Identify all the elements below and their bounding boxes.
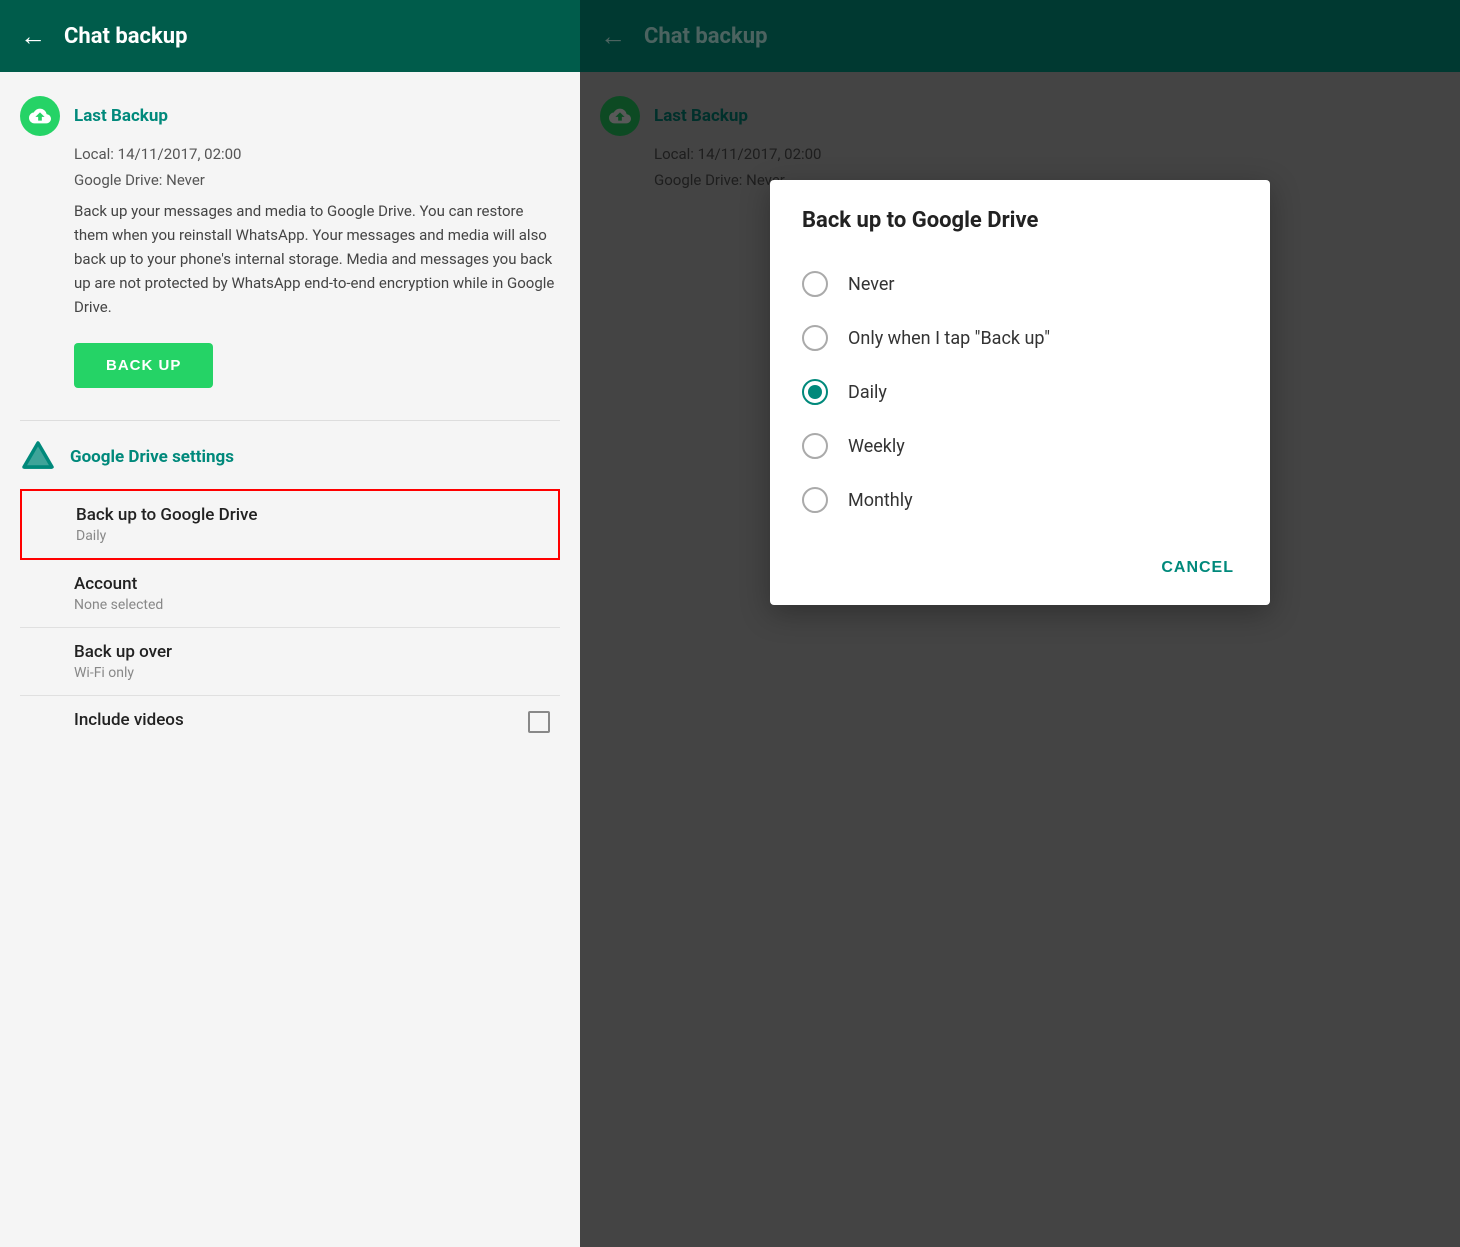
- option-monthly-label: Monthly: [848, 490, 913, 511]
- include-videos-checkbox[interactable]: [528, 711, 550, 733]
- radio-weekly[interactable]: [802, 433, 828, 459]
- backup-to-drive-label: Back up to Google Drive: [76, 505, 548, 525]
- left-content: Last Backup Local: 14/11/2017, 02:00 Goo…: [0, 72, 580, 1247]
- option-monthly[interactable]: Monthly: [802, 473, 1238, 527]
- option-weekly[interactable]: Weekly: [802, 419, 1238, 473]
- drive-settings-header: Google Drive settings: [20, 439, 560, 475]
- left-panel: ← Chat backup Last Backup Local: 14/11/2…: [0, 0, 580, 1247]
- last-backup-header: Last Backup: [20, 96, 560, 136]
- include-videos-setting[interactable]: Include videos: [20, 696, 560, 747]
- option-never[interactable]: Never: [802, 257, 1238, 311]
- dialog-title: Back up to Google Drive: [802, 208, 1238, 233]
- backup-over-label: Back up over: [74, 642, 560, 662]
- backup-frequency-dialog: Back up to Google Drive Never Only when …: [770, 180, 1270, 605]
- backup-to-drive-setting[interactable]: Back up to Google Drive Daily: [20, 489, 560, 560]
- option-weekly-label: Weekly: [848, 436, 905, 457]
- option-daily-label: Daily: [848, 382, 887, 403]
- right-panel: ← Chat backup Last Backup Local: 14/11/2…: [580, 0, 1460, 1247]
- dialog-actions: CANCEL: [802, 543, 1238, 585]
- left-top-bar: ← Chat backup: [0, 0, 580, 72]
- last-backup-title: Last Backup: [74, 106, 168, 126]
- option-on-tap-label: Only when I tap "Back up": [848, 328, 1050, 349]
- left-back-arrow[interactable]: ←: [20, 21, 46, 52]
- google-drive-icon: [20, 439, 56, 475]
- backup-description: Back up your messages and media to Googl…: [74, 199, 560, 319]
- account-label: Account: [74, 574, 560, 594]
- backup-over-value: Wi-Fi only: [74, 665, 560, 681]
- cancel-button[interactable]: CANCEL: [1157, 551, 1238, 585]
- left-page-title: Chat backup: [64, 24, 187, 49]
- include-videos-label: Include videos: [74, 710, 184, 730]
- upload-cloud-icon: [20, 96, 60, 136]
- account-setting[interactable]: Account None selected: [20, 560, 560, 628]
- option-never-label: Never: [848, 274, 895, 295]
- drive-settings-title: Google Drive settings: [70, 447, 234, 467]
- backup-over-setting[interactable]: Back up over Wi-Fi only: [20, 628, 560, 696]
- option-daily[interactable]: Daily: [802, 365, 1238, 419]
- backup-button[interactable]: BACK UP: [74, 343, 213, 388]
- account-value: None selected: [74, 597, 560, 613]
- backup-to-drive-value: Daily: [76, 528, 548, 544]
- option-on-tap[interactable]: Only when I tap "Back up": [802, 311, 1238, 365]
- radio-never[interactable]: [802, 271, 828, 297]
- dialog-overlay: Back up to Google Drive Never Only when …: [580, 0, 1460, 1247]
- radio-daily[interactable]: [802, 379, 828, 405]
- radio-monthly[interactable]: [802, 487, 828, 513]
- backup-local-info: Local: 14/11/2017, 02:00 Google Drive: N…: [74, 142, 560, 193]
- radio-on-tap[interactable]: [802, 325, 828, 351]
